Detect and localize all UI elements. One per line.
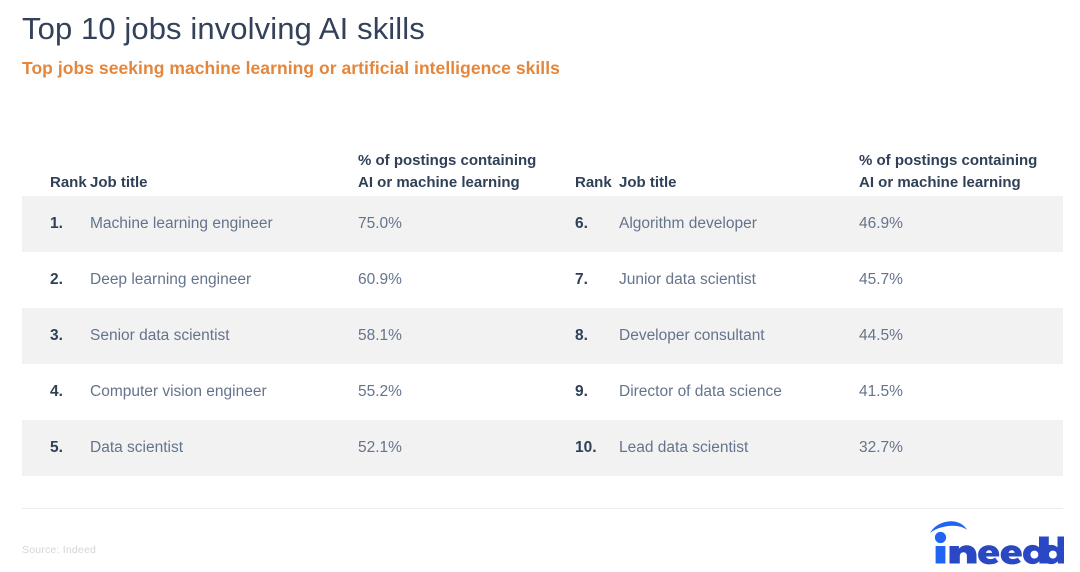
cell-job-title: Computer vision engineer	[90, 382, 267, 400]
cell-job-title: Developer consultant	[619, 326, 765, 344]
cell-rank: 1.	[50, 214, 63, 232]
cell-job-title: Deep learning engineer	[90, 270, 252, 288]
cell-percent: 46.9%	[859, 214, 903, 232]
column-header-percent-right: % of postings containing AI or machine l…	[859, 152, 1038, 191]
cell-rank: 6.	[575, 214, 588, 232]
table-body: 1. Machine learning engineer 75.0% 6. Al…	[22, 196, 1063, 476]
column-header-job-title-right: Job title	[619, 173, 677, 191]
footer-divider	[22, 508, 1063, 509]
page-subtitle: Top jobs seeking machine learning or art…	[22, 57, 560, 78]
cell-rank: 9.	[575, 382, 588, 400]
table-row: 2. Deep learning engineer 60.9% 7. Junio…	[22, 252, 1063, 308]
cell-rank: 5.	[50, 438, 63, 456]
cell-percent: 60.9%	[358, 270, 402, 288]
cell-rank: 8.	[575, 326, 588, 344]
table-row: 5. Data scientist 52.1% 10. Lead data sc…	[22, 420, 1063, 476]
cell-rank: 4.	[50, 382, 63, 400]
cell-job-title: Junior data scientist	[619, 270, 756, 288]
cell-percent: 75.0%	[358, 214, 402, 232]
table-row: 3. Senior data scientist 58.1% 8. Develo…	[22, 308, 1063, 364]
cell-rank: 2.	[50, 270, 63, 288]
indeed-logo	[928, 516, 1064, 566]
cell-job-title: Director of data science	[619, 382, 782, 400]
jobs-table: Rank Job title % of postings containing …	[22, 112, 1063, 476]
cell-percent: 58.1%	[358, 326, 402, 344]
cell-job-title: Algorithm developer	[619, 214, 757, 232]
column-header-job-title-left: Job title	[90, 173, 148, 191]
table-row: 1. Machine learning engineer 75.0% 6. Al…	[22, 196, 1063, 252]
cell-job-title: Lead data scientist	[619, 438, 749, 456]
cell-percent: 45.7%	[859, 270, 903, 288]
column-header-rank-left: Rank	[50, 173, 87, 191]
cell-job-title: Machine learning engineer	[90, 214, 273, 232]
column-header-rank-right: Rank	[575, 173, 612, 191]
cell-percent: 52.1%	[358, 438, 402, 456]
cell-percent: 44.5%	[859, 326, 903, 344]
cell-job-title: Senior data scientist	[90, 326, 230, 344]
table-row: 4. Computer vision engineer 55.2% 9. Dir…	[22, 364, 1063, 420]
cell-percent: 32.7%	[859, 438, 903, 456]
cell-rank: 7.	[575, 270, 588, 288]
chart-header: Top 10 jobs involving AI skills Top jobs…	[0, 0, 1080, 79]
column-header-percent-left: % of postings containing AI or machine l…	[358, 152, 537, 191]
cell-percent: 55.2%	[358, 382, 402, 400]
cell-rank: 3.	[50, 326, 63, 344]
cell-job-title: Data scientist	[90, 438, 184, 456]
source-note: Source: Indeed	[22, 544, 97, 556]
cell-rank: 10.	[575, 438, 597, 456]
table-header-row: Rank Job title % of postings containing …	[22, 112, 1063, 196]
page-title: Top 10 jobs involving AI skills	[22, 11, 425, 46]
cell-percent: 41.5%	[859, 382, 903, 400]
